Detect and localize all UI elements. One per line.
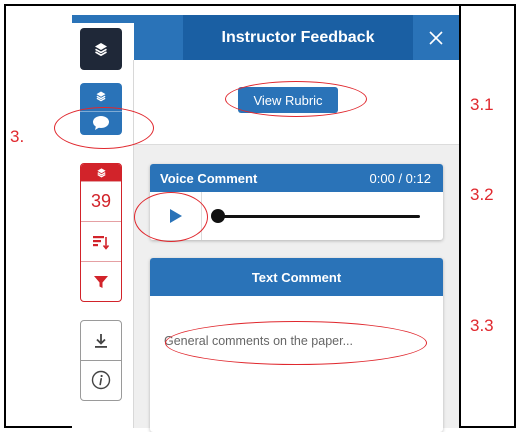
- layers-icon: [96, 91, 106, 102]
- close-button[interactable]: [413, 15, 459, 60]
- annotation-divider: [459, 4, 461, 428]
- sort-button[interactable]: [81, 221, 121, 261]
- audio-progress-knob[interactable]: [211, 209, 225, 223]
- feedback-comment-button[interactable]: [80, 111, 122, 133]
- layers-icon: [96, 168, 106, 178]
- voice-comment-card: Voice Comment 0:00 / 0:12: [150, 164, 443, 240]
- annotation-label-3-2: 3.2: [470, 185, 494, 204]
- layers-icon: [95, 43, 107, 57]
- utility-tool-group: [80, 320, 122, 401]
- voice-player: [150, 192, 443, 240]
- annotation-label-3-1: 3.1: [470, 95, 494, 114]
- grading-layers-button[interactable]: [81, 164, 121, 181]
- feedback-layers-button[interactable]: [80, 85, 122, 107]
- info-button[interactable]: [81, 360, 121, 399]
- audio-progress-track[interactable]: [220, 215, 420, 218]
- filter-icon: [94, 275, 108, 288]
- play-button[interactable]: [150, 192, 202, 240]
- annotation-label-main: 3.: [10, 127, 25, 146]
- comment-icon: [93, 115, 109, 130]
- sort-icon: [93, 235, 110, 250]
- download-button[interactable]: [81, 321, 121, 360]
- grading-tool-group: 39: [80, 163, 122, 302]
- panel-title-bar: Instructor Feedback: [183, 15, 413, 60]
- text-comment-card: Text Comment: [150, 258, 443, 432]
- close-icon: [429, 30, 443, 45]
- match-count-badge[interactable]: 39: [81, 181, 121, 221]
- match-count: 39: [90, 191, 112, 211]
- voice-comment-time: 0:00 / 0:12: [369, 170, 431, 186]
- text-comment-header: Text Comment: [150, 258, 443, 296]
- filter-button[interactable]: [81, 261, 121, 301]
- voice-comment-header: Voice Comment 0:00 / 0:12: [150, 164, 443, 192]
- text-comment-input[interactable]: [164, 330, 424, 352]
- feedback-tool-group: [80, 83, 122, 135]
- info-icon: [91, 370, 111, 390]
- layers-button[interactable]: [80, 28, 122, 70]
- play-icon: [169, 209, 182, 223]
- download-icon: [95, 333, 107, 348]
- view-rubric-button[interactable]: View Rubric: [238, 87, 338, 113]
- voice-comment-label: Voice Comment: [160, 170, 258, 186]
- panel-title: Instructor Feedback: [221, 28, 375, 46]
- annotation-label-3-3: 3.3: [470, 316, 494, 335]
